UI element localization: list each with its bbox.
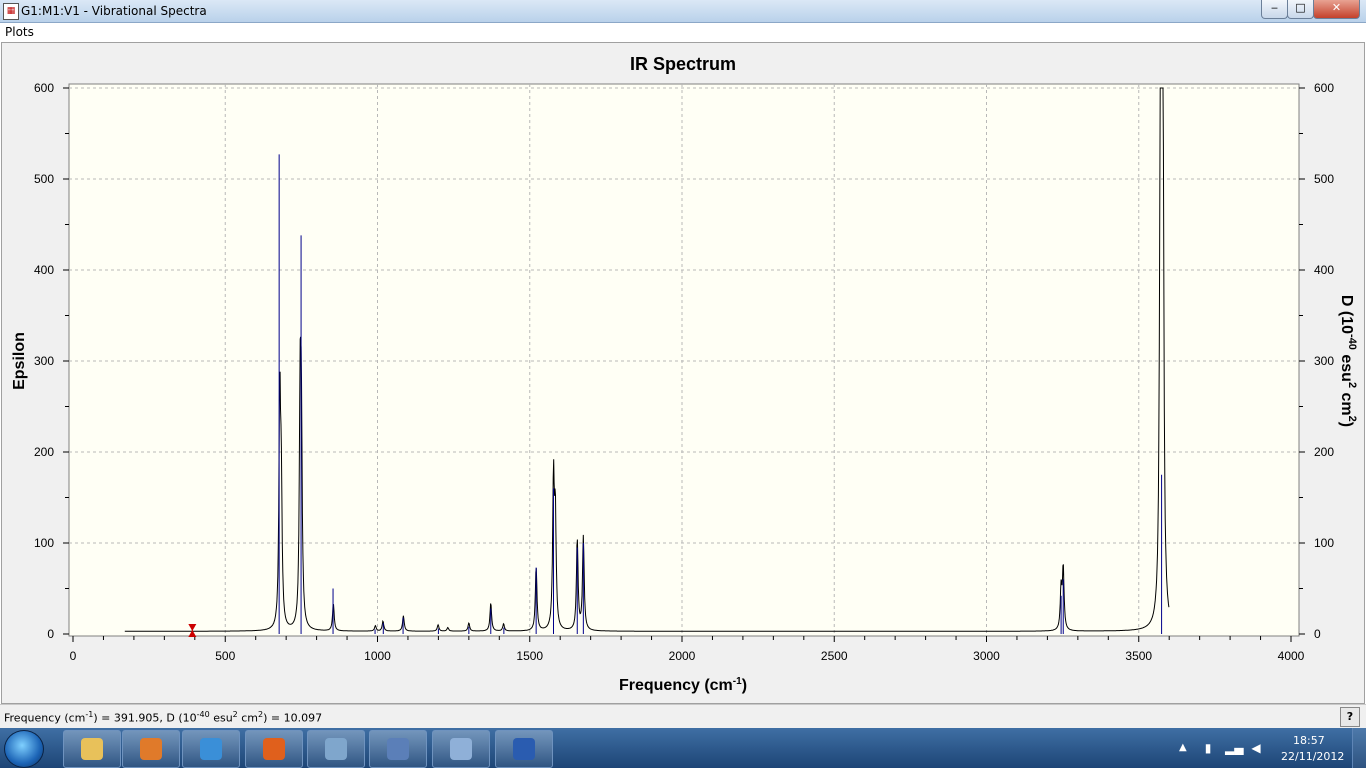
y-tick-label: 400 [34, 263, 54, 277]
y2-tick-label: 0 [1314, 627, 1321, 641]
help-button[interactable]: ? [1340, 707, 1360, 727]
minimize-button[interactable]: ‒ [1261, 0, 1288, 19]
status-superscript: -40 [196, 710, 210, 719]
close-button[interactable]: ✕ [1313, 0, 1360, 19]
show-desktop-button[interactable] [1352, 728, 1366, 768]
y-tick-label: 500 [34, 172, 54, 186]
taskbar-button-firefox[interactable] [245, 730, 303, 768]
taskbar-button-media-player[interactable] [122, 730, 180, 768]
y2-tick-label: 300 [1314, 354, 1334, 368]
y2-tick-label: 400 [1314, 263, 1334, 277]
taskbar-button-document[interactable] [369, 730, 427, 768]
paint-icon [450, 738, 472, 760]
y-tick-label: 600 [34, 81, 54, 95]
taskbar: ▲ ▮ ▂▄ ◀ 18:57 22/11/2012 [0, 728, 1366, 768]
y-tick-label: 100 [34, 536, 54, 550]
y-tick-label: 300 [34, 354, 54, 368]
y-axis-label: Epsilon [11, 332, 28, 390]
x-tick-label: 1500 [516, 649, 543, 663]
magnifier-icon [325, 738, 347, 760]
taskbar-button-magnifier[interactable] [307, 730, 365, 768]
device-icon[interactable]: ▮ [1201, 741, 1215, 755]
x-tick-label: 3000 [973, 649, 1000, 663]
clock-date[interactable]: 22/11/2012 [1281, 750, 1344, 763]
x-axis-label: Frequency (cm-1) [619, 676, 747, 694]
clock-time[interactable]: 18:57 [1293, 734, 1325, 747]
media-player-icon [140, 738, 162, 760]
status-text-part: esu [209, 711, 233, 725]
word-icon [513, 738, 535, 760]
tray-expand-icon[interactable]: ▲ [1179, 742, 1187, 753]
folder-icon [81, 738, 103, 760]
start-button[interactable] [4, 730, 44, 768]
x-tick-label: 1000 [364, 649, 391, 663]
taskbar-button-internet-explorer[interactable] [182, 730, 240, 768]
status-text-part: ) = 391.905, D (10 [93, 711, 197, 725]
x-tick-label: 2000 [669, 649, 696, 663]
taskbar-button-word[interactable] [495, 730, 553, 768]
doc-icon: ▦ [3, 3, 19, 20]
plot-panel: IR Spectrum 0 500 1000 1500 2000 2500 3000 3500 4… [1, 42, 1365, 704]
y2-tick-label: 100 [1314, 536, 1334, 550]
internet-explorer-icon [200, 738, 222, 760]
plot-area [68, 83, 1300, 637]
y2-axis-label: D (10-40 esu2 cm2) [1338, 295, 1358, 427]
x-tick-label: 4000 [1278, 649, 1305, 663]
title-bar[interactable]: ▦ G1:M1:V1 - Vibrational Spectra ‒ □ ✕ [0, 0, 1366, 23]
y2-tick-label: 500 [1314, 172, 1334, 186]
document-icon [387, 738, 409, 760]
status-readout: Frequency (cm-1) = 391.905, D (10-40 esu… [4, 710, 322, 725]
status-text-part: ) = 10.097 [263, 711, 323, 725]
y2-tick-label: 200 [1314, 445, 1334, 459]
firefox-icon [263, 738, 285, 760]
y-tick-label: 0 [47, 627, 54, 641]
menu-plots[interactable]: Plots [5, 25, 34, 39]
window-title: G1:M1:V1 - Vibrational Spectra [21, 4, 207, 18]
ir-spectrum-chart[interactable]: IR Spectrum0 500 1000 1500 2000 2500 3000 3500 4… [2, 43, 1364, 703]
network-icon[interactable]: ▂▄ [1225, 741, 1243, 755]
x-tick-label: 0 [70, 649, 77, 663]
volume-icon[interactable]: ◀ [1249, 741, 1263, 755]
taskbar-button-paint[interactable] [432, 730, 490, 768]
x-tick-label: 2500 [821, 649, 848, 663]
status-bar: Frequency (cm-1) = 391.905, D (10-40 esu… [0, 704, 1366, 729]
y2-tick-label: 600 [1314, 81, 1334, 95]
x-tick-label: 3500 [1125, 649, 1152, 663]
menu-bar: Plots [0, 23, 1366, 42]
taskbar-button-folder[interactable] [63, 730, 121, 768]
x-tick-label: 500 [215, 649, 235, 663]
status-text-part: cm [237, 711, 259, 725]
maximize-button[interactable]: □ [1287, 0, 1314, 19]
status-text-part: Frequency (cm [4, 711, 86, 725]
y-tick-label: 200 [34, 445, 54, 459]
chart-title: IR Spectrum [630, 54, 736, 74]
